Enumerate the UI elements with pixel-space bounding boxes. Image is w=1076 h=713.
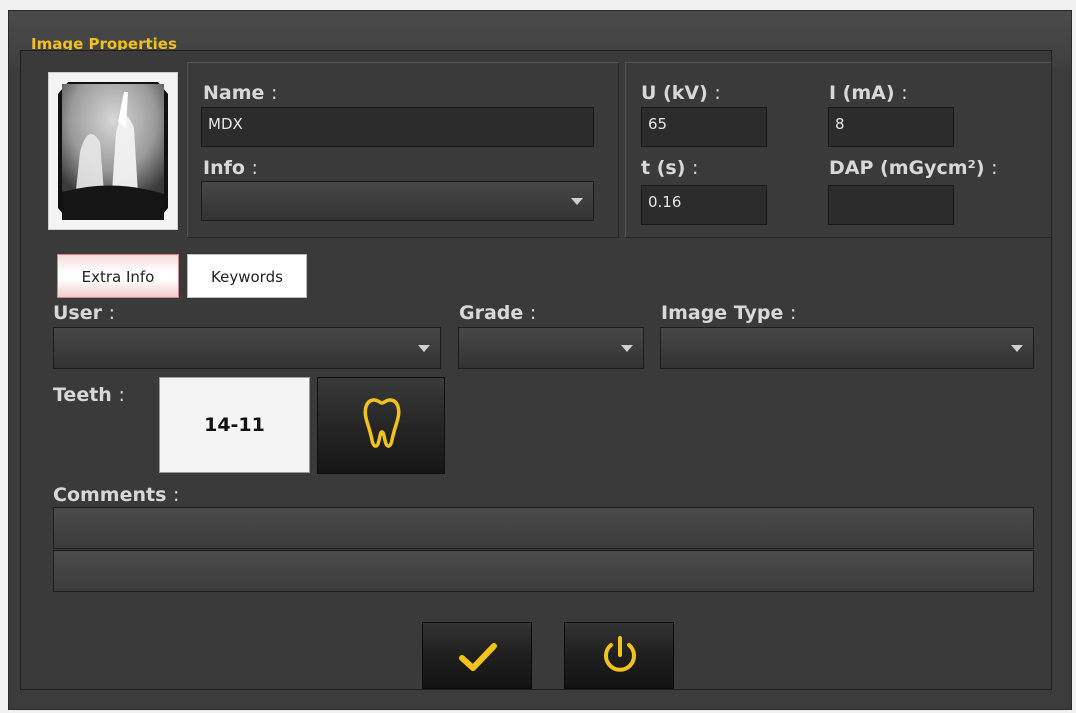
chevron-down-icon (621, 345, 633, 352)
image-type-dropdown[interactable] (660, 327, 1034, 369)
tooth-icon (363, 398, 401, 448)
tab-keywords[interactable]: Keywords (187, 254, 307, 298)
tab-extra-info[interactable]: Extra Info (57, 254, 179, 298)
grade-label: Grade : (459, 302, 537, 324)
voltage-field[interactable]: 65 (641, 107, 767, 147)
current-label: I (mA) : (829, 82, 908, 104)
current-field[interactable]: 8 (828, 107, 954, 147)
comments-line-1[interactable] (53, 507, 1034, 549)
name-field[interactable]: MDX (201, 107, 594, 147)
chevron-down-icon (571, 198, 583, 205)
image-thumbnail (48, 72, 178, 230)
xray-image (58, 82, 168, 220)
dap-label: DAP (mGycm²) : (829, 157, 998, 179)
voltage-label: U (kV) : (641, 82, 721, 104)
chevron-down-icon (1011, 345, 1023, 352)
ok-button[interactable] (422, 622, 532, 689)
tooth-chart-button[interactable] (317, 377, 445, 474)
image-type-label: Image Type : (661, 302, 797, 324)
comments-line-2[interactable] (53, 550, 1034, 592)
close-button[interactable] (564, 622, 674, 689)
info-dropdown[interactable] (201, 181, 594, 221)
user-label: User : (53, 302, 116, 324)
grade-dropdown[interactable] (458, 327, 644, 369)
power-icon (604, 636, 636, 672)
dap-field[interactable] (828, 185, 954, 225)
time-field[interactable]: 0.16 (641, 185, 767, 225)
time-label: t (s) : (641, 157, 699, 179)
teeth-label: Teeth : (53, 384, 125, 406)
comments-label: Comments : (53, 484, 180, 506)
user-dropdown[interactable] (53, 327, 441, 369)
chevron-down-icon (418, 345, 430, 352)
checkmark-icon (459, 643, 497, 671)
name-label: Name : (203, 82, 278, 104)
info-label: Info : (203, 157, 258, 179)
teeth-value[interactable]: 14-11 (159, 377, 310, 473)
